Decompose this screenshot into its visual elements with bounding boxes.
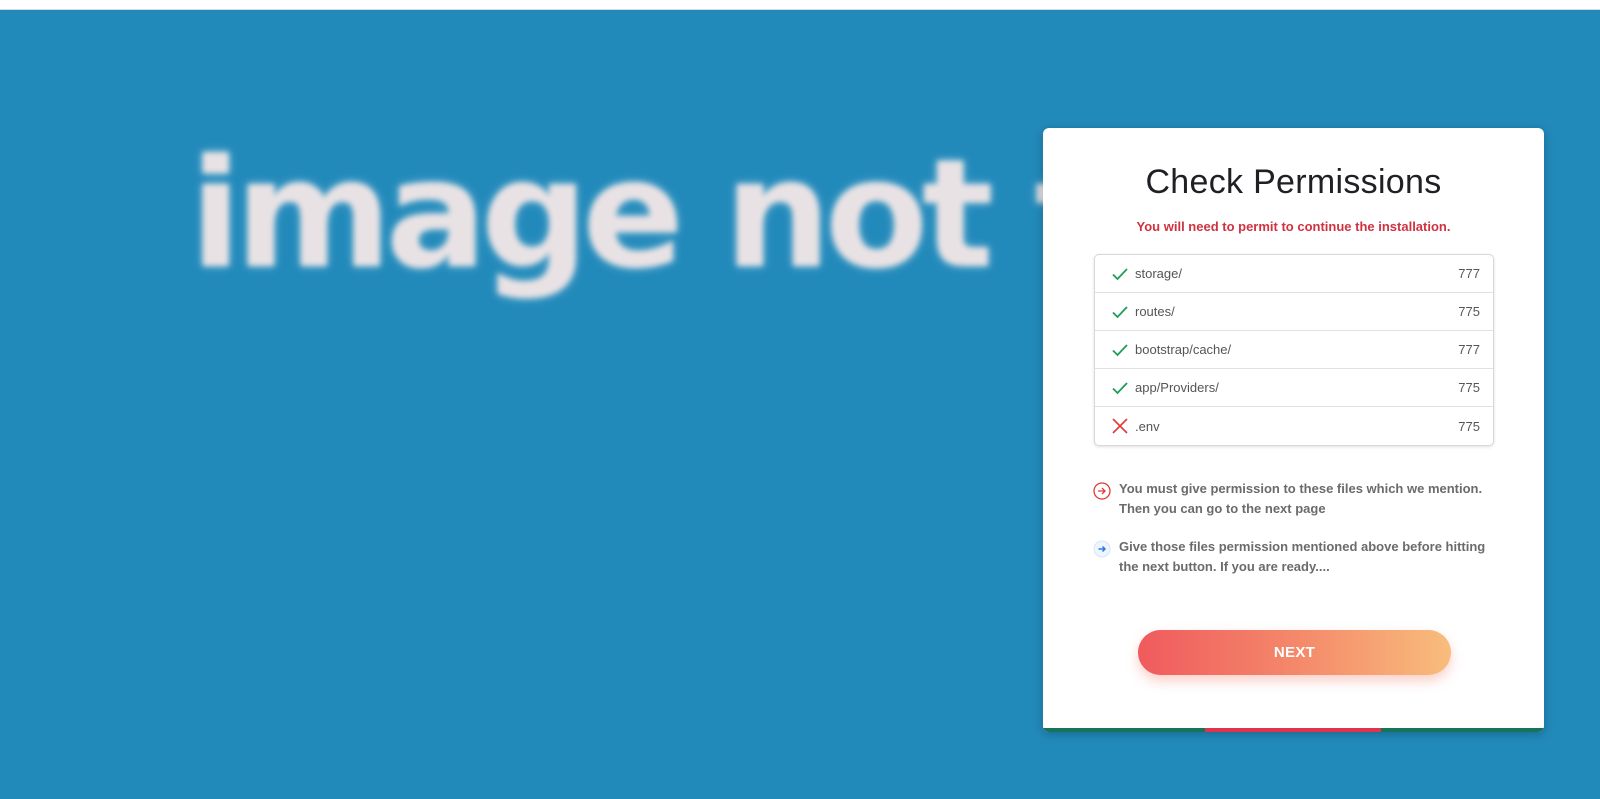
permission-row: app/Providers/ 775: [1095, 369, 1493, 407]
next-button[interactable]: NEXT: [1138, 630, 1451, 675]
permissions-list: storage/ 777 routes/ 775 bootstrap/cache…: [1094, 254, 1494, 446]
check-icon: [1112, 304, 1128, 320]
card-bottom-accent-bar: [1043, 728, 1544, 732]
note-text: Give those files permission mentioned ab…: [1119, 539, 1486, 574]
accent-segment: [1381, 728, 1544, 732]
permission-name: bootstrap/cache/: [1135, 342, 1232, 357]
permission-row: routes/ 775: [1095, 293, 1493, 331]
circle-arrow-right-icon: [1093, 482, 1111, 500]
instruction-note: Give those files permission mentioned ab…: [1093, 537, 1493, 577]
background-placeholder-image-text: image not f: [190, 128, 1099, 302]
permission-name: storage/: [1135, 266, 1182, 281]
note-text: You must give permission to these files …: [1119, 481, 1483, 516]
permission-row: storage/ 777: [1095, 255, 1493, 293]
check-icon: [1112, 380, 1128, 396]
accent-segment: [1043, 728, 1205, 732]
permission-name: routes/: [1135, 304, 1175, 319]
cross-icon: [1112, 418, 1128, 434]
permission-value: 777: [1458, 266, 1480, 281]
permission-name: app/Providers/: [1135, 380, 1219, 395]
permission-row: bootstrap/cache/ 777: [1095, 331, 1493, 369]
permission-value: 775: [1458, 380, 1480, 395]
page-title: Check Permissions: [1145, 163, 1442, 201]
accent-segment: [1205, 728, 1381, 732]
permission-name: .env: [1135, 418, 1160, 434]
permission-value: 777: [1458, 342, 1480, 357]
check-icon: [1112, 266, 1128, 282]
browser-top-bar: [0, 0, 1600, 10]
permission-value: 775: [1458, 304, 1480, 319]
arrow-right-icon: [1093, 540, 1111, 558]
permissions-card: Check Permissions You will need to permi…: [1043, 128, 1544, 732]
page-subtitle: You will need to permit to continue the …: [1136, 219, 1451, 234]
check-icon: [1112, 342, 1128, 358]
permission-row: .env 775: [1095, 407, 1493, 445]
permission-note: You must give permission to these files …: [1093, 479, 1493, 519]
permission-value: 775: [1458, 418, 1480, 434]
